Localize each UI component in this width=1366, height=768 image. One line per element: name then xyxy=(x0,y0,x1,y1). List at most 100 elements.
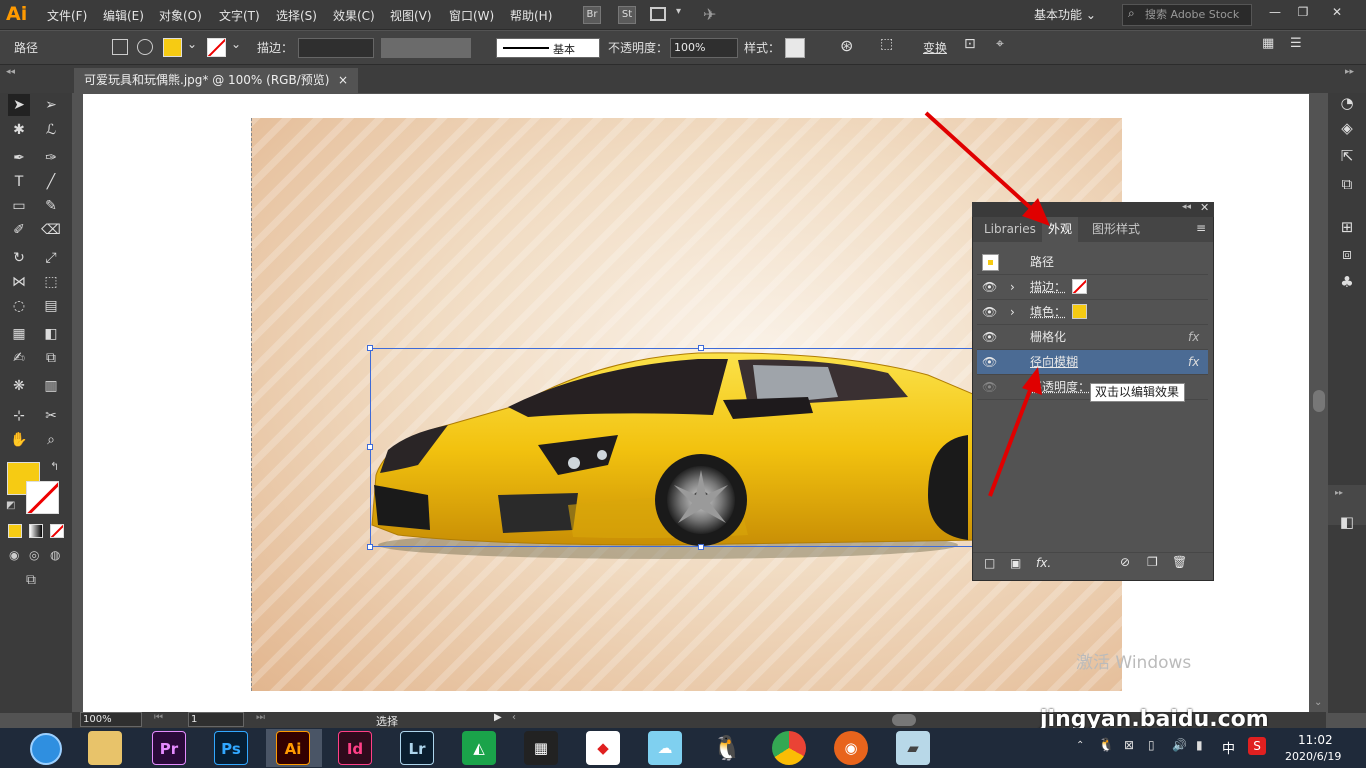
restore-button[interactable]: ❐ xyxy=(1290,2,1316,22)
stock-button[interactable]: St xyxy=(618,6,636,24)
effect-radial-blur-label[interactable]: 径向模糊 xyxy=(1030,350,1078,374)
scroll-left-icon[interactable]: ‹ xyxy=(512,712,516,723)
chevron-down-icon[interactable]: ⌄ xyxy=(187,37,197,51)
eye-icon[interactable]: 👁 xyxy=(982,375,997,399)
eye-icon[interactable]: 👁 xyxy=(982,350,997,374)
pathfinder-icon[interactable]: ⧈ xyxy=(1337,244,1357,264)
appearance-fill-row[interactable]: 👁 › 填色： xyxy=(977,300,1208,325)
appearance-effect-row-selected[interactable]: 👁 径向模糊 fx xyxy=(977,350,1208,375)
width-tool-icon[interactable]: ⋈ xyxy=(8,271,30,293)
fill-swatch[interactable] xyxy=(163,38,182,57)
free-transform-tool-icon[interactable]: ⬚ xyxy=(40,271,62,293)
chevron-right-icon[interactable]: › xyxy=(1010,300,1015,324)
puppet-warp-icon[interactable]: ⌖ xyxy=(996,36,1004,52)
collapse-toolbox-icon[interactable]: ◂◂ xyxy=(6,67,15,77)
add-stroke-icon[interactable]: □ xyxy=(984,556,995,570)
premiere-icon[interactable]: Pr xyxy=(152,731,186,765)
illustrator-icon[interactable]: Ai xyxy=(276,731,310,765)
opacity-label[interactable]: 不透明度： xyxy=(608,39,668,56)
lasso-tool-icon[interactable]: ℒ xyxy=(40,119,62,141)
last-artboard-icon[interactable]: ⏭ xyxy=(256,712,265,723)
shape-builder-tool-icon[interactable]: ◌ xyxy=(8,295,30,317)
tray-expand-icon[interactable]: ⌃ xyxy=(1076,740,1084,751)
isolate-icon[interactable] xyxy=(112,39,128,55)
effect-rasterize-label[interactable]: 栅格化 xyxy=(1030,325,1066,349)
transparency-icon[interactable]: ◧ xyxy=(1337,512,1357,532)
eyedropper-tool-icon[interactable]: ✍ xyxy=(8,347,30,369)
gpu-performance-icon[interactable]: ✈ xyxy=(703,5,716,24)
chrome-icon[interactable] xyxy=(772,731,806,765)
tab-graphic-styles[interactable]: 图形样式 xyxy=(1086,217,1146,242)
stroke-label[interactable]: 描边： xyxy=(257,39,293,56)
align-icon[interactable]: ⬚ xyxy=(880,36,893,52)
appearance-object-row[interactable]: 路径 xyxy=(977,250,1208,275)
clear-appearance-icon[interactable]: ⊘ xyxy=(1120,555,1130,569)
resize-handle[interactable] xyxy=(367,544,373,550)
vertical-scrollbar-thumb[interactable] xyxy=(1313,390,1325,412)
collapse-panel-icon[interactable]: ◂◂ xyxy=(1182,202,1191,212)
start-orb-icon[interactable] xyxy=(30,733,62,765)
symbol-sprayer-tool-icon[interactable]: ❋ xyxy=(8,375,30,397)
perspective-grid-tool-icon[interactable]: ▤ xyxy=(40,295,62,317)
duplicate-item-icon[interactable]: ❐ xyxy=(1147,555,1158,569)
line-tool-icon[interactable]: ╱ xyxy=(40,171,62,193)
brush-definition[interactable]: 基本 xyxy=(496,38,600,58)
notes-app-icon[interactable]: ▰ xyxy=(896,731,930,765)
draw-inside-icon[interactable]: ◍ xyxy=(50,548,60,562)
color-mode-button[interactable] xyxy=(8,524,22,538)
workspace-switcher[interactable]: 基本功能 ⌄ xyxy=(1026,4,1112,26)
red-app-icon[interactable]: ◆ xyxy=(586,731,620,765)
menu-select[interactable]: 选择(S) xyxy=(276,7,317,24)
export-icon[interactable]: ⇱ xyxy=(1337,146,1357,166)
variable-width-profile[interactable] xyxy=(381,38,471,58)
scroll-down-icon[interactable]: ⌄ xyxy=(1314,697,1322,708)
clock-time[interactable]: 11:02 xyxy=(1298,733,1333,747)
green-app-icon[interactable]: ◭ xyxy=(462,731,496,765)
add-fill-icon[interactable]: ▣ xyxy=(1010,556,1021,570)
bridge-button[interactable]: Br xyxy=(583,6,601,24)
appearance-effect-row[interactable]: 👁 栅格化 fx xyxy=(977,325,1208,350)
transform-link[interactable]: 变换 xyxy=(923,39,947,56)
zoom-select[interactable]: 100% xyxy=(80,712,142,727)
none-mode-button[interactable] xyxy=(50,524,64,538)
menu-effect[interactable]: 效果(C) xyxy=(333,7,375,24)
rotate-tool-icon[interactable]: ↻ xyxy=(8,247,30,269)
rectangle-tool-icon[interactable]: ▭ xyxy=(8,195,30,217)
tab-libraries[interactable]: Libraries xyxy=(978,217,1042,242)
status-menu-icon[interactable]: ▶ xyxy=(494,712,502,723)
sogou-icon[interactable]: S xyxy=(1248,737,1266,755)
stroke-weight-input[interactable] xyxy=(298,38,374,58)
symbols-icon[interactable]: ♣ xyxy=(1337,272,1357,292)
arrange-panels-icon[interactable]: ▦ xyxy=(1262,36,1274,51)
gradient-tool-icon[interactable]: ◧ xyxy=(40,323,62,345)
menu-type[interactable]: 文字(T) xyxy=(219,7,260,24)
graphic-style-swatch[interactable] xyxy=(785,38,805,58)
resize-handle[interactable] xyxy=(698,345,704,351)
magic-wand-tool-icon[interactable]: ✱ xyxy=(8,119,30,141)
collapse-dock-icon[interactable]: ▸▸ xyxy=(1335,488,1343,497)
menu-window[interactable]: 窗口(W) xyxy=(449,7,494,24)
resize-handle[interactable] xyxy=(698,544,704,550)
artboard-number-input[interactable]: 1 xyxy=(188,712,244,727)
opacity-attribute-label[interactable]: 不透明度： xyxy=(1030,375,1090,399)
slice-tool-icon[interactable]: ✂ xyxy=(40,405,62,427)
eye-icon[interactable]: 👁 xyxy=(982,275,997,299)
shaper-tool-icon[interactable]: ✐ xyxy=(8,219,30,241)
panel-title-bar[interactable]: ◂◂ ✕ xyxy=(972,201,1214,217)
blend-tool-icon[interactable]: ⧉ xyxy=(40,347,62,369)
fill-attribute-swatch[interactable] xyxy=(1072,304,1087,319)
chevron-down-icon[interactable]: ⌄ xyxy=(231,37,241,51)
panel-menu-icon[interactable]: ☰ xyxy=(1290,36,1302,51)
resize-handle[interactable] xyxy=(367,444,373,450)
screen-mode-icon[interactable]: ⧉ xyxy=(26,572,36,588)
zoom-tool-icon[interactable]: ⌕ xyxy=(40,429,62,451)
minimize-button[interactable]: — xyxy=(1262,2,1288,22)
chevron-down-icon[interactable]: ▾ xyxy=(676,6,681,17)
gradient-mode-button[interactable] xyxy=(29,524,43,538)
tab-appearance[interactable]: 外观 xyxy=(1042,217,1079,242)
eraser-tool-icon[interactable]: ⌫ xyxy=(40,219,62,241)
menu-view[interactable]: 视图(V) xyxy=(390,7,432,24)
cloud-app-icon[interactable]: ☁ xyxy=(648,731,682,765)
menu-help[interactable]: 帮助(H) xyxy=(510,7,552,24)
type-tool-icon[interactable]: T xyxy=(8,171,30,193)
